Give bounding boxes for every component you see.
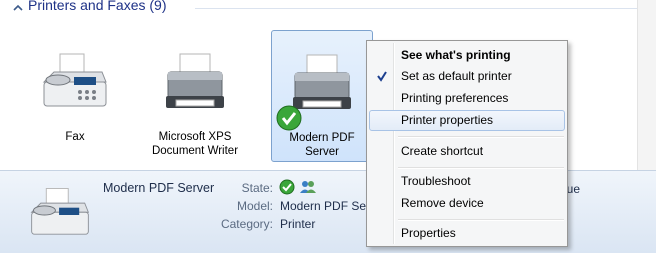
menu-item-troubleshoot[interactable]: Troubleshoot bbox=[369, 171, 565, 192]
checkmark-icon bbox=[377, 71, 387, 82]
default-check-icon bbox=[276, 105, 302, 131]
details-device-name: Modern PDF Server bbox=[103, 181, 215, 195]
state-label: State: bbox=[241, 181, 273, 195]
context-menu: See what's printing Set as default print… bbox=[366, 40, 568, 247]
device-tile-fax[interactable]: Fax bbox=[25, 30, 125, 160]
device-tile-microsoft-xps-document-writer[interactable]: Microsoft XPS Document Writer bbox=[145, 30, 245, 160]
device-label: Fax bbox=[65, 131, 85, 143]
printers-and-faxes-group-header[interactable]: Printers and Faxes (9) bbox=[0, 0, 656, 22]
category-value: Printer bbox=[280, 217, 316, 231]
device-tile-modern-pdf-server[interactable]: Modern PDF Server bbox=[271, 30, 373, 162]
menu-item-printer-properties[interactable]: Printer properties bbox=[369, 110, 565, 131]
device-label: Modern PDF Server bbox=[289, 132, 355, 158]
menu-separator bbox=[398, 219, 564, 221]
users-icon bbox=[300, 181, 316, 193]
printer-icon bbox=[166, 53, 224, 108]
menu-item-create-shortcut[interactable]: Create shortcut bbox=[369, 141, 565, 162]
checkmark-icon bbox=[279, 179, 295, 195]
group-divider bbox=[195, 8, 638, 9]
menu-item-see-whats-printing[interactable]: See what's printing bbox=[369, 45, 565, 66]
fax-icon bbox=[30, 188, 90, 235]
category-label: Category: bbox=[220, 217, 273, 231]
menu-item-remove-device[interactable]: Remove device bbox=[369, 193, 565, 214]
chevron-up-icon[interactable] bbox=[12, 3, 24, 13]
group-title: Printers and Faxes (9) bbox=[28, 0, 167, 13]
menu-item-set-as-default-printer[interactable]: Set as default printer bbox=[369, 66, 565, 87]
scrollbar[interactable] bbox=[637, 0, 656, 170]
menu-separator bbox=[398, 167, 564, 169]
menu-separator bbox=[398, 136, 564, 138]
model-value: Modern PDF Ser bbox=[280, 199, 371, 213]
menu-item-properties[interactable]: Properties bbox=[369, 223, 565, 244]
model-label: Model: bbox=[236, 199, 273, 213]
fax-icon bbox=[42, 53, 107, 107]
device-label: Microsoft XPS Document Writer bbox=[151, 131, 239, 157]
menu-item-printing-preferences[interactable]: Printing preferences bbox=[369, 88, 565, 109]
